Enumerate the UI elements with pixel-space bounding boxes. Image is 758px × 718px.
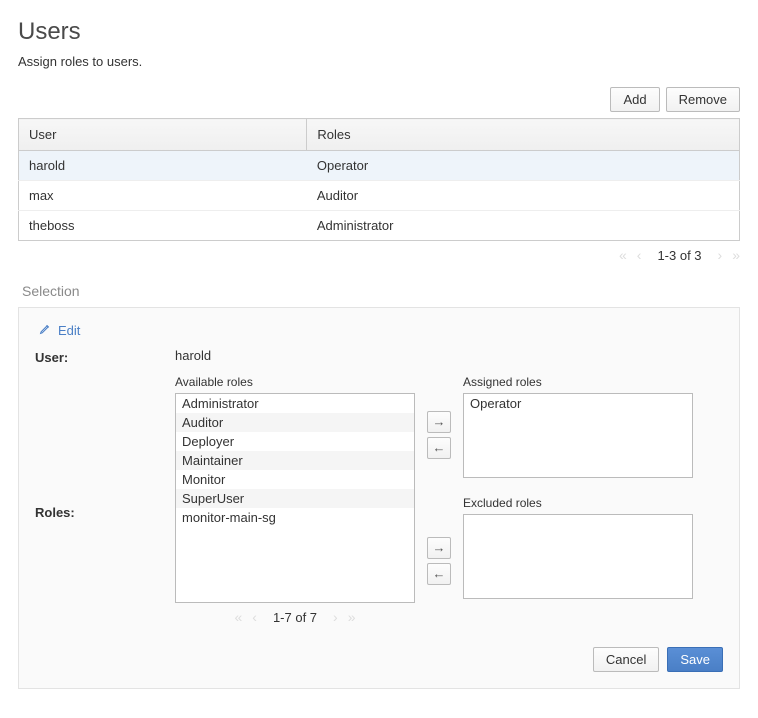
next-page-icon[interactable]: › [718, 247, 723, 263]
edit-link[interactable]: Edit [39, 322, 80, 338]
selection-heading: Selection [22, 283, 740, 299]
page-subtitle: Assign roles to users. [18, 54, 740, 69]
edit-label: Edit [58, 323, 80, 338]
avail-prev-icon[interactable]: ‹ [252, 609, 257, 625]
avail-last-icon[interactable]: » [348, 609, 356, 625]
available-roles-list[interactable]: AdministratorAuditorDeployerMaintainerMo… [175, 393, 415, 603]
avail-next-icon[interactable]: › [333, 609, 338, 625]
last-page-icon[interactable]: » [732, 247, 740, 263]
assign-remove-button[interactable]: ← [427, 437, 451, 459]
prev-page-icon[interactable]: ‹ [637, 247, 642, 263]
list-item[interactable]: Administrator [176, 394, 414, 413]
list-item[interactable]: monitor-main-sg [176, 508, 414, 527]
list-item[interactable]: Maintainer [176, 451, 414, 470]
page-title: Users [18, 18, 740, 46]
toolbar: Add Remove [18, 87, 740, 112]
first-page-icon[interactable]: « [619, 247, 627, 263]
list-item[interactable]: Monitor [176, 470, 414, 489]
avail-first-icon[interactable]: « [234, 609, 242, 625]
list-item[interactable]: Deployer [176, 432, 414, 451]
cancel-button[interactable]: Cancel [593, 647, 659, 672]
col-user[interactable]: User [19, 119, 307, 151]
user-value: harold [175, 348, 211, 363]
table-row[interactable]: haroldOperator [19, 151, 740, 181]
assigned-label: Assigned roles [463, 375, 693, 389]
table-row[interactable]: thebossAdministrator [19, 211, 740, 241]
table-row[interactable]: maxAuditor [19, 181, 740, 211]
list-item[interactable]: Auditor [176, 413, 414, 432]
list-item[interactable]: Operator [464, 394, 692, 413]
edit-icon [39, 322, 52, 338]
cell-user: max [19, 181, 307, 211]
available-pager: « ‹ 1-7 of 7 › » [175, 609, 415, 625]
exclude-add-button[interactable]: → [427, 537, 451, 559]
cell-roles: Operator [307, 151, 740, 181]
assigned-roles-list[interactable]: Operator [463, 393, 693, 478]
cell-roles: Administrator [307, 211, 740, 241]
cell-user: theboss [19, 211, 307, 241]
add-button[interactable]: Add [610, 87, 659, 112]
available-label: Available roles [175, 375, 415, 389]
excluded-label: Excluded roles [463, 496, 693, 510]
roles-editor: Available roles AdministratorAuditorDepl… [175, 375, 693, 625]
list-item[interactable]: SuperUser [176, 489, 414, 508]
save-button[interactable]: Save [667, 647, 723, 672]
remove-button[interactable]: Remove [666, 87, 740, 112]
user-label: User: [35, 348, 175, 365]
selection-panel: Edit User: harold Roles: Available roles… [18, 307, 740, 689]
exclude-remove-button[interactable]: ← [427, 563, 451, 585]
users-pager: « ‹ 1-3 of 3 › » [18, 247, 740, 263]
pager-range: 1-3 of 3 [657, 248, 701, 263]
cell-roles: Auditor [307, 181, 740, 211]
users-table: User Roles haroldOperatormaxAuditorthebo… [18, 118, 740, 241]
avail-pager-range: 1-7 of 7 [273, 610, 317, 625]
col-roles[interactable]: Roles [307, 119, 740, 151]
roles-label: Roles: [35, 375, 175, 625]
cell-user: harold [19, 151, 307, 181]
excluded-roles-list[interactable] [463, 514, 693, 599]
assign-add-button[interactable]: → [427, 411, 451, 433]
